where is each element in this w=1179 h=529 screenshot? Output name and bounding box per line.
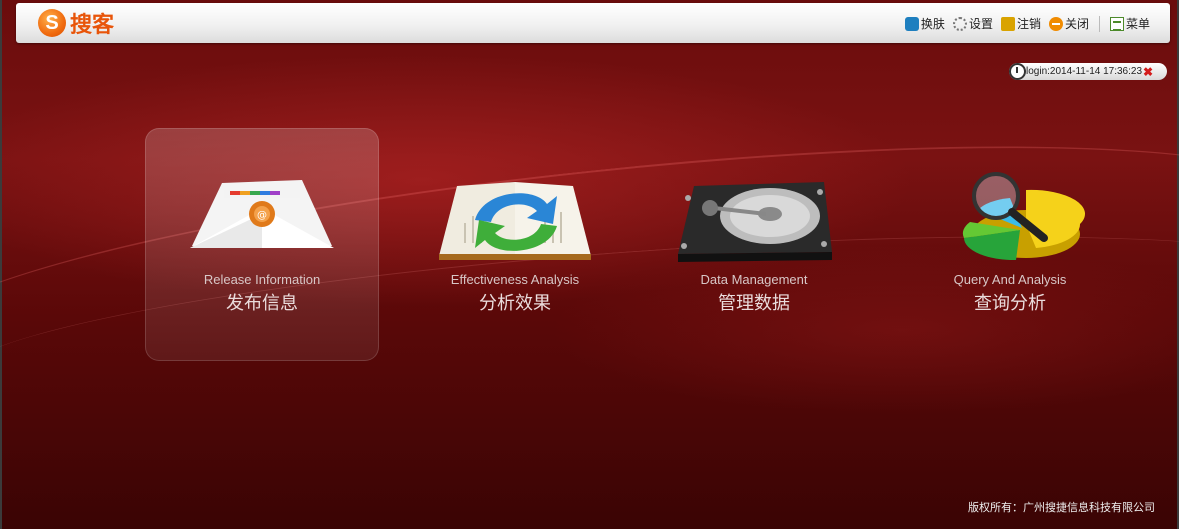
logout-button[interactable]: 注销	[1000, 15, 1041, 32]
gear-icon	[952, 16, 967, 31]
tile-query-and-analysis[interactable]: Query And Analysis 查询分析	[893, 128, 1127, 361]
tile-title-zh: 分析效果	[479, 293, 551, 314]
lock-icon	[1000, 16, 1015, 31]
tile-title-zh: 发布信息	[226, 293, 298, 314]
tile-title-en: Effectiveness Analysis	[450, 272, 580, 287]
tile-effectiveness-analysis[interactable]: Effectiveness Analysis 分析效果	[398, 128, 632, 361]
logo-text: 搜客	[70, 13, 115, 38]
envelope-icon: @	[190, 180, 334, 248]
pie-chart-search-icon	[962, 172, 1086, 261]
tile-release-information[interactable]: @ Release Information 发布信息	[145, 128, 379, 361]
desktop-background: S 搜客 换肤 设置 注销 关闭 菜单 login:2014-11-14 17:…	[0, 0, 1179, 529]
login-close-icon[interactable]: ✖	[1143, 65, 1153, 79]
close-label: 关闭	[1064, 17, 1089, 31]
tile-title-zh: 查询分析	[974, 293, 1046, 314]
close-icon	[1048, 16, 1063, 31]
svg-text:@: @	[257, 210, 267, 221]
settings-label: 设置	[968, 17, 993, 31]
toolbar-actions: 换肤 设置 注销 关闭 菜单	[897, 15, 1150, 32]
login-status-badge: login:2014-11-14 17:36:23 ✖	[1009, 63, 1167, 80]
close-button[interactable]: 关闭	[1048, 15, 1089, 32]
skin-icon	[904, 16, 919, 31]
tile-title-en: Release Information	[203, 272, 321, 287]
hard-disk-icon	[678, 182, 832, 262]
menu-label: 菜单	[1125, 17, 1150, 31]
clock-icon	[1009, 63, 1026, 80]
skin-button[interactable]: 换肤	[904, 15, 945, 32]
menu-icon	[1109, 16, 1124, 31]
tile-title-en: Query And Analysis	[953, 272, 1067, 287]
settings-button[interactable]: 设置	[952, 15, 993, 32]
logout-label: 注销	[1016, 17, 1041, 31]
toolbar-divider	[1098, 15, 1100, 32]
skin-label: 换肤	[920, 17, 945, 31]
logo-icon: S	[38, 9, 66, 37]
login-time: login:2014-11-14 17:36:23	[1026, 66, 1143, 77]
copyright-footer: 版权所有：广州搜捷信息科技有限公司	[968, 501, 1155, 514]
refresh-book-icon	[439, 182, 591, 260]
tile-title-en: Data Management	[700, 272, 808, 287]
tile-data-management[interactable]: Data Management 管理数据	[637, 128, 871, 361]
tile-title-zh: 管理数据	[718, 293, 790, 314]
top-toolbar: S 搜客 换肤 设置 注销 关闭 菜单	[16, 3, 1170, 43]
menu-button[interactable]: 菜单	[1109, 15, 1150, 32]
app-logo: S 搜客	[38, 9, 115, 38]
